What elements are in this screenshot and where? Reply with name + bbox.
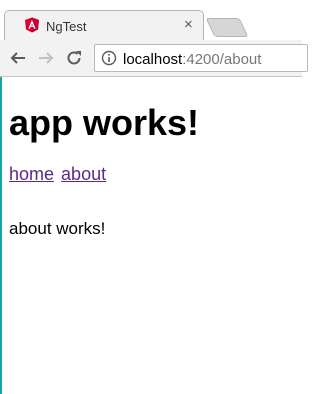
address-path: :4200/about bbox=[182, 51, 262, 68]
arrow-right-icon[interactable] bbox=[37, 49, 55, 67]
angular-icon bbox=[25, 17, 39, 33]
tab-title: NgTest bbox=[46, 19, 87, 34]
tab-strip: NgTest × bbox=[0, 0, 302, 41]
address-host: localhost bbox=[123, 51, 183, 68]
page-heading: app works! bbox=[9, 102, 200, 143]
home-link[interactable]: home bbox=[9, 164, 54, 184]
router-outlet-text: about works! bbox=[9, 219, 106, 238]
browser-tab[interactable]: NgTest × bbox=[4, 10, 204, 41]
arrow-left-icon[interactable] bbox=[9, 49, 27, 67]
address-url: localhost:4200/about bbox=[123, 51, 261, 68]
close-icon[interactable]: × bbox=[184, 17, 193, 32]
about-link[interactable]: about bbox=[61, 164, 106, 184]
reload-icon[interactable] bbox=[65, 49, 83, 67]
address-bar[interactable]: localhost:4200/about bbox=[94, 44, 308, 72]
new-tab-button[interactable] bbox=[205, 18, 249, 37]
nav-links: home about bbox=[9, 164, 108, 185]
info-icon[interactable] bbox=[101, 50, 117, 66]
